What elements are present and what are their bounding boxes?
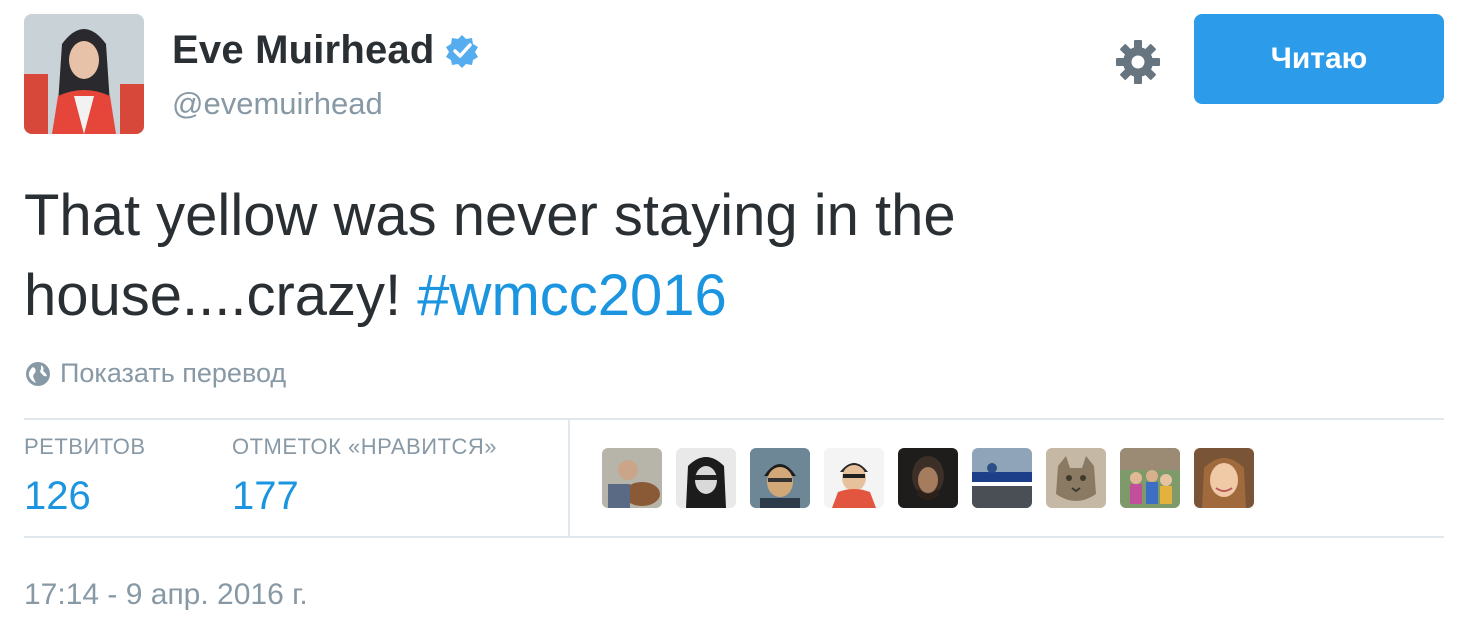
profile-handle[interactable]: @evemuirhead — [172, 86, 383, 122]
liker-avatar[interactable] — [824, 448, 884, 508]
liker-avatar[interactable] — [750, 448, 810, 508]
follow-button[interactable]: Читаю — [1194, 14, 1444, 104]
profile-name[interactable]: Eve Muirhead — [172, 28, 434, 73]
retweets-stat[interactable]: РЕТВИТОВ 126 — [24, 434, 146, 519]
tweet-timestamp[interactable]: 17:14 - 9 апр. 2016 г. — [24, 578, 308, 612]
liker-avatar[interactable] — [1120, 448, 1180, 508]
likes-count: 177 — [232, 474, 299, 518]
globe-icon — [26, 361, 50, 386]
liker-avatar[interactable] — [1046, 448, 1106, 508]
translate-link[interactable]: Показать перевод — [24, 358, 286, 389]
tweet-text: That yellow was never staying in the hou… — [24, 176, 1224, 336]
avatar-image — [24, 14, 144, 134]
divider — [568, 420, 570, 536]
gear-icon[interactable] — [1114, 38, 1162, 86]
likes-label: ОТМЕТОК «НРАВИТСЯ» — [232, 434, 497, 459]
translate-label: Показать перевод — [60, 358, 287, 388]
liker-avatar[interactable] — [898, 448, 958, 508]
liker-avatar[interactable] — [972, 448, 1032, 508]
liker-avatar[interactable] — [602, 448, 662, 508]
divider — [24, 536, 1444, 538]
retweets-label: РЕТВИТОВ — [24, 434, 146, 459]
hashtag-link[interactable]: #wmcc2016 — [417, 263, 726, 328]
likes-stat[interactable]: ОТМЕТОК «НРАВИТСЯ» 177 — [232, 434, 497, 519]
divider — [24, 418, 1444, 420]
retweets-count: 126 — [24, 474, 91, 518]
verified-badge-icon — [446, 34, 479, 68]
profile-name-row: Eve Muirhead — [172, 28, 480, 73]
liker-avatars — [602, 448, 1268, 508]
avatar[interactable] — [24, 14, 144, 134]
liker-avatar[interactable] — [676, 448, 736, 508]
liker-avatar[interactable] — [1194, 448, 1254, 508]
